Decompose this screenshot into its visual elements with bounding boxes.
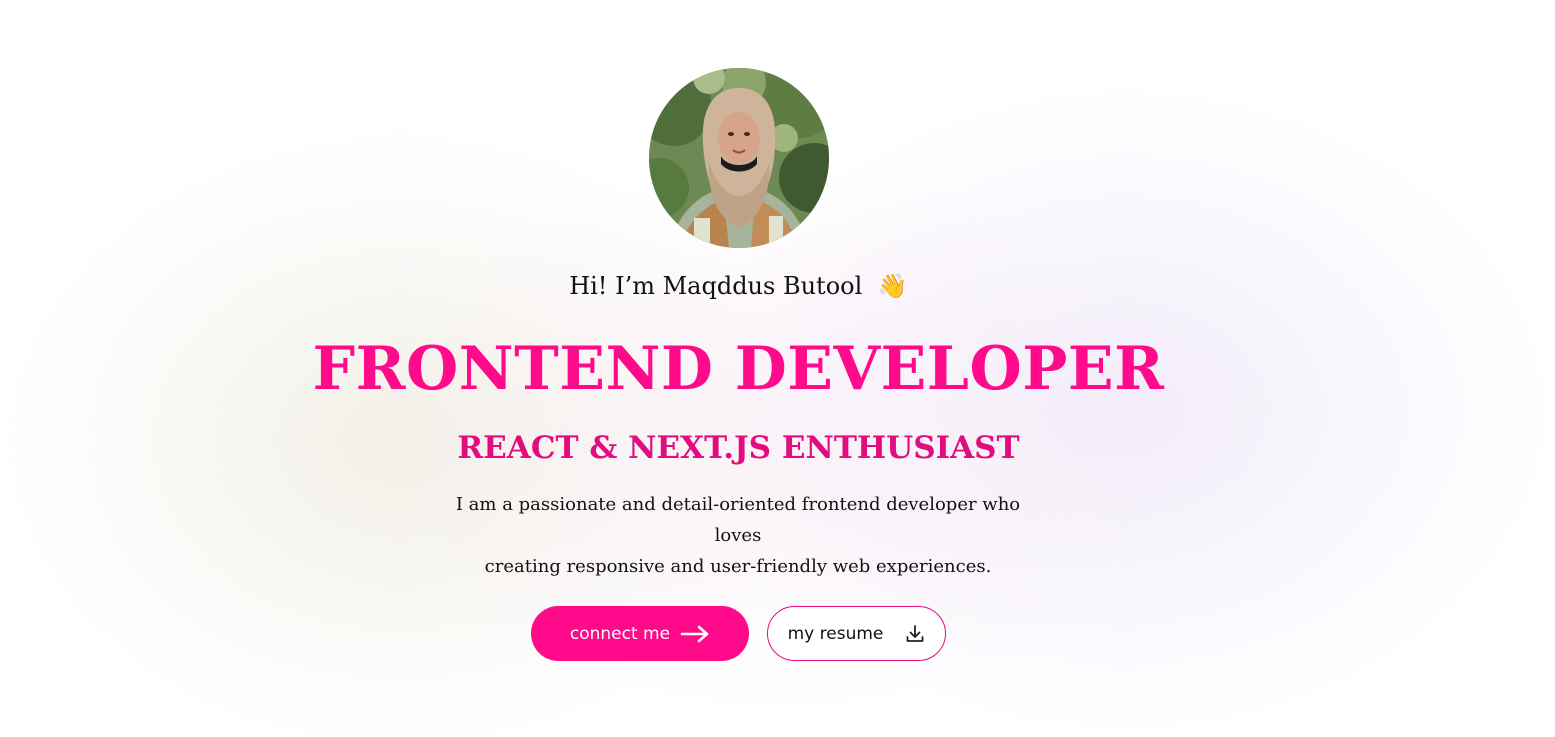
greeting-line: Hi! I’m Maqddus Butool 👋 <box>0 272 1477 300</box>
profile-photo <box>649 68 829 248</box>
download-icon <box>905 624 925 644</box>
intro-line-1: I am a passionate and detail-oriented fr… <box>455 494 1021 546</box>
connect-me-button[interactable]: connect me <box>531 606 749 661</box>
my-resume-button[interactable]: my resume <box>767 606 946 661</box>
my-resume-label: my resume <box>787 623 884 644</box>
profile-avatar <box>649 68 829 248</box>
greeting-text: Hi! I’m Maqddus Butool <box>569 272 863 300</box>
hero-section: Hi! I’m Maqddus Butool 👋 FRONTEND DEVELO… <box>0 0 1555 737</box>
page-title: FRONTEND DEVELOPER <box>312 334 1165 404</box>
intro-line-2: creating responsive and user-friendly we… <box>484 556 992 577</box>
intro-paragraph: I am a passionate and detail-oriented fr… <box>438 489 1038 582</box>
arrow-right-icon <box>680 625 710 643</box>
waving-hand-icon: 👋 <box>877 272 908 300</box>
page-subtitle: REACT & NEXT.JS ENTHUSIAST <box>457 430 1020 466</box>
connect-me-label: connect me <box>569 623 671 644</box>
